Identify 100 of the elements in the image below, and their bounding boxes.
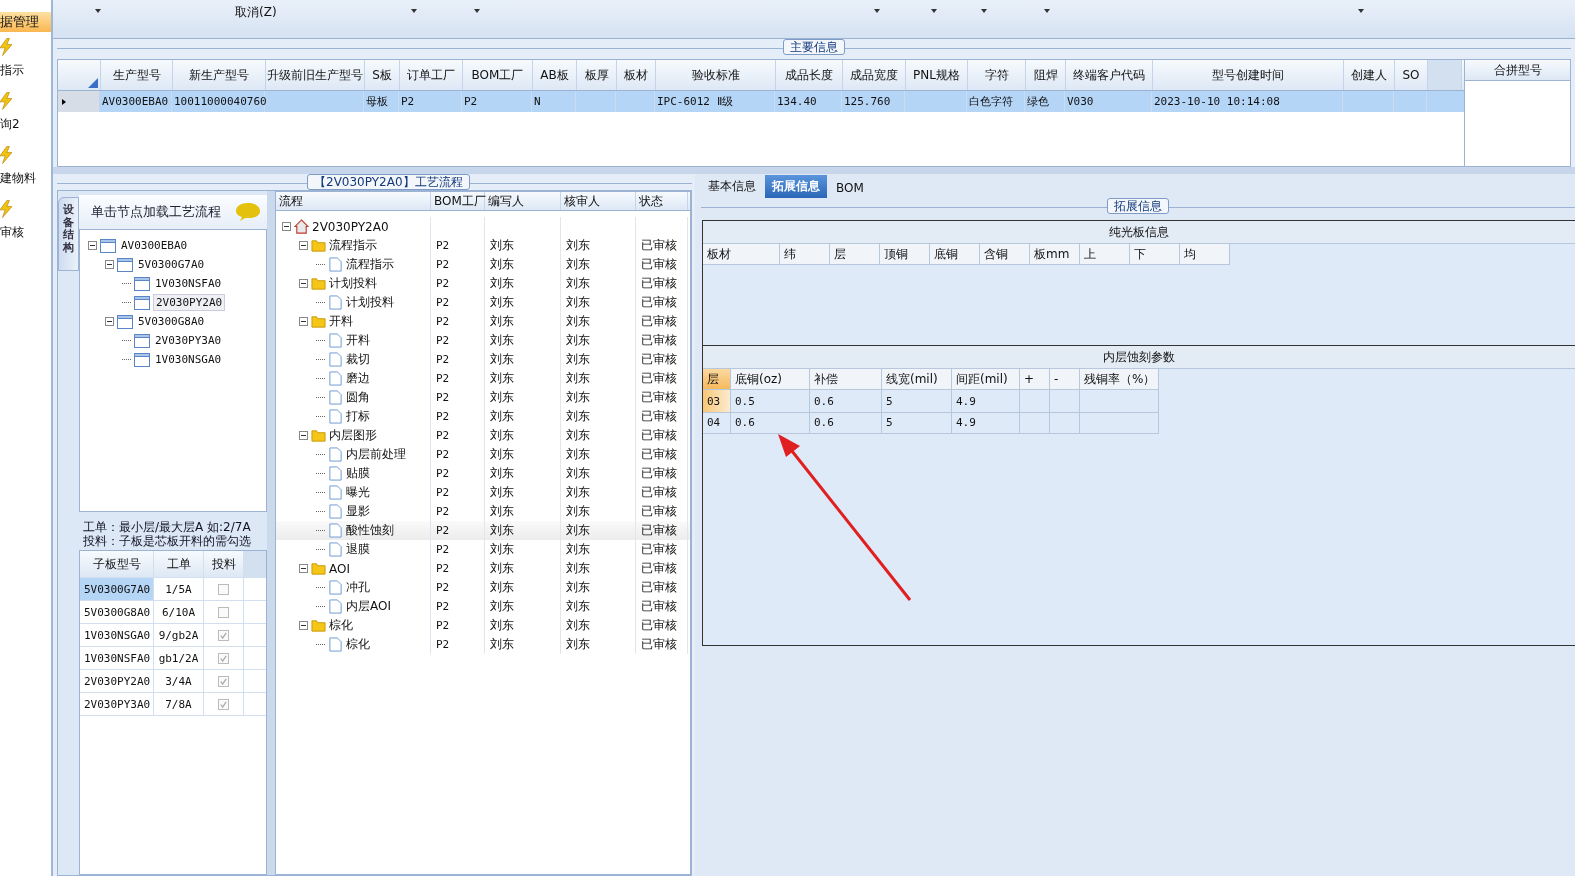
table-cell[interactable]: 04 xyxy=(703,411,731,434)
tree-item[interactable]: 内层图形 xyxy=(329,427,377,444)
tree-item[interactable]: 5V0300G8A0 xyxy=(136,314,207,329)
column-header[interactable]: 工单 xyxy=(154,551,204,577)
column-header[interactable]: 阻焊 xyxy=(1026,60,1066,90)
tree-item[interactable]: AV0300EBA0 xyxy=(119,238,190,253)
column-header[interactable]: 下 xyxy=(1130,244,1180,265)
tree-item[interactable]: 冲孔 xyxy=(346,579,370,596)
column-header[interactable]: 层 xyxy=(703,369,731,390)
table-cell[interactable]: 2V030PY3A0 xyxy=(80,693,154,715)
column-header[interactable]: BOM工厂 xyxy=(431,192,485,210)
sidebar-item[interactable]: 询2 xyxy=(0,116,20,133)
column-header[interactable]: BOM工厂 xyxy=(463,60,533,90)
collapse-toggle[interactable] xyxy=(105,260,114,269)
dropdown-caret-icon[interactable] xyxy=(1358,9,1364,13)
tree-item[interactable]: 2V030PY2A0 xyxy=(153,294,226,311)
tree-item[interactable]: 棕化 xyxy=(329,617,353,634)
tree-item[interactable]: 开料 xyxy=(329,313,353,330)
tree-item[interactable]: 流程指示 xyxy=(329,237,377,254)
table-cell[interactable]: 5V0300G8A0 xyxy=(80,601,154,623)
column-header[interactable]: 残铜率（%） xyxy=(1080,369,1159,390)
tree-item[interactable]: 计划投料 xyxy=(346,294,394,311)
tree-item[interactable]: 裁切 xyxy=(346,351,370,368)
side-tab[interactable]: 设备结构 xyxy=(58,197,79,271)
column-header[interactable]: 型号创建时间 xyxy=(1153,60,1344,90)
dropdown-caret-icon[interactable] xyxy=(1044,9,1050,13)
column-header[interactable]: PNL规格 xyxy=(906,60,968,90)
collapse-toggle[interactable] xyxy=(299,564,308,573)
tree-item[interactable]: 2V030PY3A0 xyxy=(153,333,224,348)
tree-item[interactable]: 打标 xyxy=(346,408,370,425)
tree-item[interactable]: 内层前处理 xyxy=(346,446,406,463)
dropdown-caret-icon[interactable] xyxy=(411,9,417,13)
collapse-toggle[interactable] xyxy=(299,431,308,440)
tree-item[interactable]: AOI xyxy=(329,561,350,576)
tree-item[interactable]: 磨边 xyxy=(346,370,370,387)
sidebar-item[interactable]: 建物料 xyxy=(0,170,36,187)
collapse-toggle[interactable] xyxy=(105,317,114,326)
collapse-toggle[interactable] xyxy=(299,317,308,326)
column-header[interactable]: 底铜(oz) xyxy=(731,369,810,390)
tree-item[interactable]: 内层AOI xyxy=(346,598,391,615)
column-header[interactable]: 上 xyxy=(1080,244,1130,265)
column-header[interactable]: 订单工厂 xyxy=(400,60,463,90)
column-header[interactable]: 线宽(mil) xyxy=(882,369,952,390)
column-header[interactable]: 均 xyxy=(1180,244,1230,265)
tree-item[interactable]: 开料 xyxy=(346,332,370,349)
tree-item[interactable]: 贴膜 xyxy=(346,465,370,482)
tab[interactable]: BOM xyxy=(829,178,871,198)
column-header[interactable]: 含铜 xyxy=(980,244,1030,265)
column-header[interactable]: 子板型号 xyxy=(80,551,154,577)
column-header[interactable]: 核审人 xyxy=(561,192,636,210)
column-header[interactable]: 升级前旧生产型号 xyxy=(266,60,365,90)
collapse-toggle[interactable] xyxy=(299,621,308,630)
column-header[interactable]: 字符 xyxy=(968,60,1026,90)
column-header[interactable]: 成品长度 xyxy=(776,60,843,90)
column-header[interactable]: 层 xyxy=(830,244,880,265)
checkbox[interactable] xyxy=(218,583,229,595)
column-header[interactable]: AB板 xyxy=(533,60,577,90)
tree-item[interactable]: 2V030PY2A0 xyxy=(312,219,389,234)
collapse-toggle[interactable] xyxy=(282,222,291,231)
dropdown-caret-icon[interactable] xyxy=(981,9,987,13)
tree-item[interactable]: 1V030NSFA0 xyxy=(153,276,224,291)
dropdown-caret-icon[interactable] xyxy=(874,9,880,13)
dropdown-caret-icon[interactable] xyxy=(474,9,480,13)
table-cell[interactable]: 03 xyxy=(703,390,731,413)
checkbox[interactable] xyxy=(218,675,229,687)
collapse-toggle[interactable] xyxy=(88,241,97,250)
column-header[interactable]: 生产型号 xyxy=(101,60,173,90)
dropdown-caret-icon[interactable] xyxy=(931,9,937,13)
column-header[interactable]: 创建人 xyxy=(1344,60,1395,90)
tree-item[interactable]: 棕化 xyxy=(346,636,370,653)
table-cell[interactable]: 1V030NSFA0 xyxy=(80,647,154,669)
collapse-toggle[interactable] xyxy=(299,279,308,288)
sidebar-item[interactable]: 审核 xyxy=(0,224,24,241)
sidebar-item[interactable]: 指示 xyxy=(0,62,24,79)
sidebar-item[interactable]: 据管理 xyxy=(0,12,51,32)
column-header[interactable]: 补偿 xyxy=(810,369,882,390)
tree-item[interactable]: 计划投料 xyxy=(329,275,377,292)
column-header[interactable]: 流程 xyxy=(276,192,431,210)
column-header[interactable]: 终端客户代码 xyxy=(1066,60,1153,90)
column-header[interactable]: S板 xyxy=(365,60,400,90)
tree-item[interactable]: 酸性蚀刻 xyxy=(346,522,394,539)
column-header[interactable]: 顶铜 xyxy=(880,244,930,265)
column-header[interactable]: 状态 xyxy=(636,192,688,210)
table-cell[interactable]: 5V0300G7A0 xyxy=(80,578,154,600)
column-header[interactable]: 间距(mil) xyxy=(952,369,1020,390)
column-header[interactable]: 板厚 xyxy=(577,60,617,90)
checkbox[interactable] xyxy=(218,629,229,641)
column-header[interactable]: 板mm xyxy=(1030,244,1080,265)
column-header[interactable]: 新生产型号 xyxy=(173,60,266,90)
tree-item[interactable]: 1V030NSGA0 xyxy=(153,352,224,367)
table-cell[interactable]: 1V030NSGA0 xyxy=(80,624,154,646)
collapse-toggle[interactable] xyxy=(299,241,308,250)
column-header[interactable]: 底铜 xyxy=(930,244,980,265)
tree-item[interactable]: 5V0300G7A0 xyxy=(136,257,207,272)
column-header[interactable]: 编写人 xyxy=(485,192,561,210)
dropdown-caret-icon[interactable] xyxy=(95,9,101,13)
column-header[interactable]: 成品宽度 xyxy=(843,60,906,90)
tree-item[interactable]: 圆角 xyxy=(346,389,370,406)
column-header[interactable]: - xyxy=(1050,369,1080,390)
tree-item[interactable]: 曝光 xyxy=(346,484,370,501)
